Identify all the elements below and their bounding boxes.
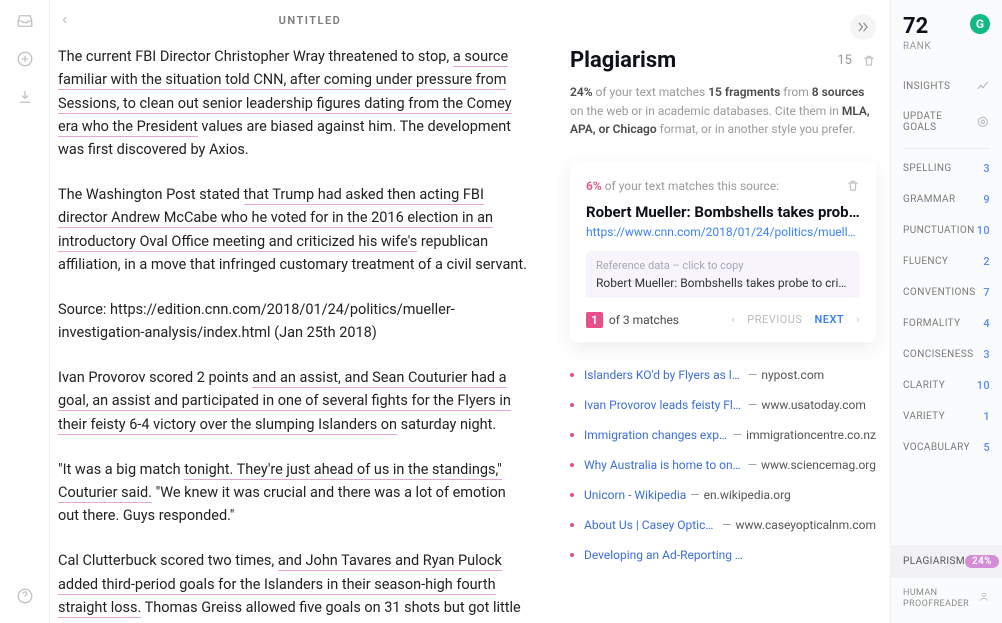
person-icon <box>978 591 990 607</box>
chevron-left-icon[interactable]: ‹ <box>731 313 735 326</box>
target-icon <box>976 115 990 129</box>
inbox-icon[interactable] <box>16 12 34 30</box>
plagiarism-count: 15 <box>837 53 852 68</box>
insights-row[interactable]: INSIGHTS <box>903 70 990 102</box>
category-list: SPELLING3GRAMMAR9PUNCTUATION10FLUENCY2CO… <box>903 153 990 463</box>
document-body[interactable]: The current FBI Director Christopher Wra… <box>50 41 570 623</box>
score: 72 <box>903 14 928 39</box>
plagiarism-pill: 24% <box>965 555 999 568</box>
category-row[interactable]: FLUENCY2 <box>903 246 990 277</box>
prev-button[interactable]: PREVIOUS <box>747 313 802 326</box>
reference-snippet: Robert Mueller: Bombshells takes probe t… <box>596 276 850 290</box>
category-row[interactable]: CONCISENESS3 <box>903 339 990 370</box>
help-icon[interactable] <box>16 587 34 605</box>
category-row[interactable]: VARIETY1 <box>903 401 990 432</box>
list-item[interactable]: Why Australia is home to one of t... — w… <box>570 450 876 480</box>
match-pct: 6% <box>586 179 602 193</box>
next-button[interactable]: NEXT <box>814 313 844 326</box>
reference-label: Reference data – click to copy <box>596 259 850 272</box>
new-doc-icon[interactable] <box>16 50 34 68</box>
source-line: Source: https://edition.cnn.com/2018/01/… <box>58 298 530 344</box>
editor-pane: UNTITLED The current FBI Director Christ… <box>50 0 570 623</box>
list-item[interactable]: Islanders KO'd by Flyers as losing strea… <box>570 360 876 390</box>
download-icon[interactable] <box>16 88 34 106</box>
category-row[interactable]: FORMALITY4 <box>903 308 990 339</box>
match-pager: 1 of 3 matches ‹ PREVIOUS NEXT › <box>586 312 860 328</box>
plagiarism-nav-row[interactable]: PLAGIARISM 24% <box>891 545 1002 578</box>
category-row[interactable]: VOCABULARY5 <box>903 432 990 463</box>
category-row[interactable]: GRAMMAR9 <box>903 184 990 215</box>
category-row[interactable]: CONVENTIONS7 <box>903 277 990 308</box>
expand-icon[interactable] <box>850 14 876 40</box>
list-item[interactable]: Immigration changes expecte... — immigra… <box>570 420 876 450</box>
left-rail <box>0 0 50 623</box>
grammarly-badge-icon[interactable]: G <box>970 14 990 34</box>
category-row[interactable]: CLARITY10 <box>903 370 990 401</box>
match-card[interactable]: 6% of your text matches this source: Rob… <box>570 161 876 342</box>
right-rail: 72 G RANK INSIGHTS UPDATE GOALS SPELLING… <box>890 0 1002 623</box>
trash-icon[interactable] <box>862 54 876 68</box>
match-url[interactable]: https://www.cnn.com/2018/01/24/politics/… <box>586 225 860 239</box>
back-icon[interactable] <box>60 14 70 26</box>
insights-icon <box>976 79 990 93</box>
plagiarism-summary: 24% of your text matches 15 fragments fr… <box>570 83 876 139</box>
rank-label: RANK <box>903 41 990 52</box>
pager-current: 1 <box>586 312 603 328</box>
plagiarism-title: Plagiarism <box>570 48 676 73</box>
reference-box[interactable]: Reference data – click to copy Robert Mu… <box>586 251 860 298</box>
chevron-right-icon[interactable]: › <box>856 313 860 326</box>
plagiarism-panel: Plagiarism 15 24% of your text matches 1… <box>570 0 890 623</box>
list-item[interactable]: Ivan Provorov leads feisty Flyers to ...… <box>570 390 876 420</box>
list-item[interactable]: Developing an Ad-Reporting Typology: A N… <box>570 540 876 570</box>
category-row[interactable]: PUNCTUATION10 <box>903 215 990 246</box>
titlebar: UNTITLED <box>50 0 570 41</box>
list-item[interactable]: About Us | Casey Optical | Al... — www.c… <box>570 510 876 540</box>
match-title: Robert Mueller: Bombshells takes probe t… <box>586 203 860 221</box>
pager-total: of 3 matches <box>609 313 679 327</box>
trash-icon[interactable] <box>846 179 860 193</box>
category-row[interactable]: SPELLING3 <box>903 153 990 184</box>
doc-title[interactable]: UNTITLED <box>279 14 342 27</box>
human-proofreader-row[interactable]: HUMAN PROOFREADER <box>903 578 990 613</box>
goals-row[interactable]: UPDATE GOALS <box>903 102 990 142</box>
list-item[interactable]: Unicorn - Wikipedia — en.wikipedia.org <box>570 480 876 510</box>
match-list: Islanders KO'd by Flyers as losing strea… <box>570 360 876 570</box>
